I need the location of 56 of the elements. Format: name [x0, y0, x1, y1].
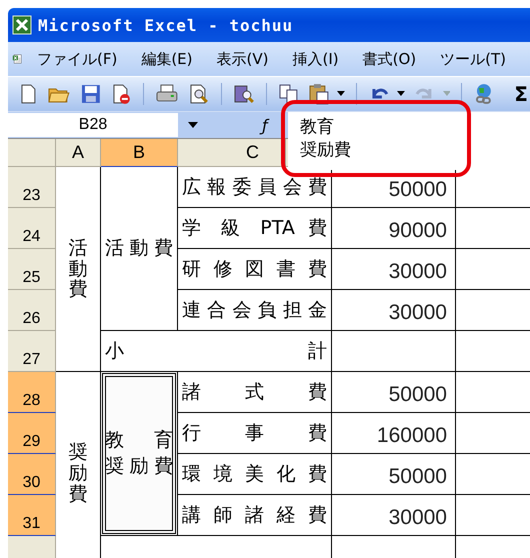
menu-item[interactable]: ファイル(F): [36, 50, 118, 68]
clipboard-icon[interactable]: [308, 83, 330, 105]
autosum-button[interactable]: Σ: [512, 82, 530, 106]
formula-text: 教育: [300, 116, 334, 139]
save-icon[interactable]: [80, 83, 102, 105]
dropdown-arrow-icon: [442, 91, 450, 97]
category-label: 活動費: [68, 238, 88, 300]
column-header[interactable]: B: [101, 139, 178, 167]
row-header[interactable]: 31: [8, 495, 56, 536]
item-name: 環境美化費: [182, 462, 327, 488]
print-preview-icon[interactable]: [188, 83, 210, 105]
amount-cell: 160000: [332, 413, 456, 454]
book-magnifier-icon[interactable]: [232, 83, 255, 105]
dropdown-arrow-icon[interactable]: [396, 91, 405, 97]
row-header[interactable]: 23: [8, 167, 56, 208]
dropdown-arrow-icon[interactable]: [337, 91, 346, 97]
subgroup-label: 活動費: [105, 236, 173, 261]
subgroup-label: 教育: [105, 428, 173, 453]
amount-cell: 50000: [332, 372, 456, 413]
item-name: 研修図書費: [182, 257, 327, 282]
item-name: 広報委員会費: [182, 175, 327, 200]
menu-item[interactable]: ツール(T): [440, 50, 506, 68]
menu-item[interactable]: 編集(E): [141, 50, 192, 68]
amount-cell: 30000: [332, 495, 456, 536]
menu-item[interactable]: 挿入(I): [292, 50, 339, 68]
item-name: 講師諸経費: [182, 503, 327, 528]
subgroup-label: 奨励費: [105, 454, 173, 478]
subtotal-label: 小計: [105, 339, 327, 364]
menu-item[interactable]: 書式(O): [362, 50, 416, 68]
function-label[interactable]: ƒ: [262, 116, 268, 134]
row-header[interactable]: 26: [8, 290, 56, 331]
row-header[interactable]: 24: [8, 208, 56, 249]
column-header[interactable]: A: [56, 139, 101, 167]
window-title: Microsoft Excel - tochuu: [38, 16, 294, 34]
item-name: 行事費: [182, 421, 327, 446]
formula-text: 奨励費: [300, 139, 351, 162]
column-header[interactable]: C: [178, 139, 286, 167]
menu-item[interactable]: 表示(V): [216, 50, 268, 68]
name-box[interactable]: B28: [8, 113, 178, 137]
formula-field[interactable]: 教育 奨励費: [288, 112, 530, 170]
row-header[interactable]: 28: [8, 372, 56, 413]
row-header[interactable]: 27: [8, 331, 56, 372]
copy-icon[interactable]: [278, 83, 300, 105]
item-name: 学 級 PTA 費: [182, 216, 327, 242]
amount-cell: 30000: [332, 290, 456, 331]
category-label: 奨励費: [68, 442, 88, 505]
row-header[interactable]: 30: [8, 454, 56, 495]
item-name: 連合会負担金: [182, 298, 327, 324]
row-header[interactable]: 29: [8, 413, 56, 454]
spreadsheet-icon: [12, 15, 32, 35]
amount-cell: 50000: [332, 454, 456, 495]
dropdown-arrow-icon[interactable]: [188, 122, 198, 128]
item-name: 諸式費: [182, 380, 327, 406]
amount-cell: 30000: [332, 249, 456, 290]
row-header[interactable]: 25: [8, 249, 56, 290]
amount-cell: 90000: [332, 208, 456, 249]
